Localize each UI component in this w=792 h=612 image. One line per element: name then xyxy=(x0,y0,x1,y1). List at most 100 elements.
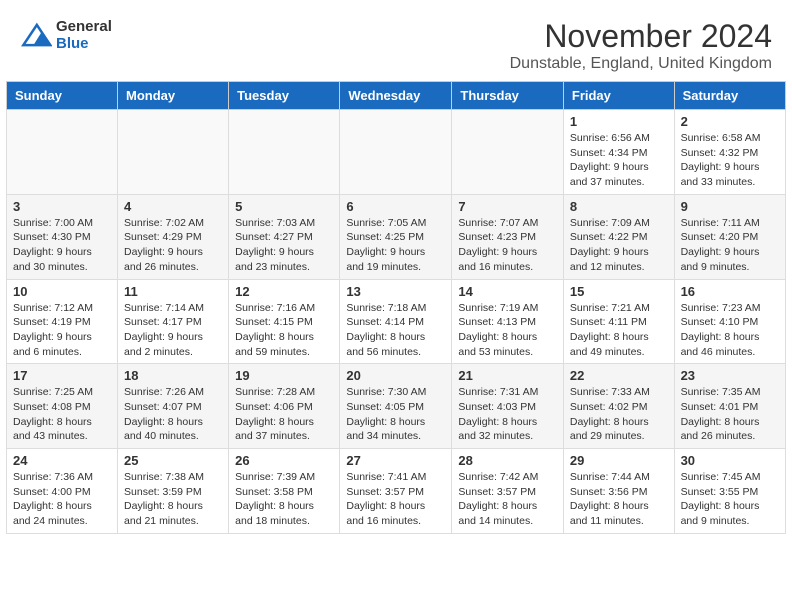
location-title: Dunstable, England, United Kingdom xyxy=(510,55,772,73)
day-info: Sunrise: 7:28 AM Sunset: 4:06 PM Dayligh… xyxy=(235,385,333,444)
day-number: 11 xyxy=(124,284,222,299)
day-info: Sunrise: 7:38 AM Sunset: 3:59 PM Dayligh… xyxy=(124,470,222,529)
calendar-cell: 14 Sunrise: 7:19 AM Sunset: 4:13 PM Dayli… xyxy=(452,279,563,364)
day-number: 5 xyxy=(235,199,333,214)
calendar-cell: 6 Sunrise: 7:05 AM Sunset: 4:25 PM Daylig… xyxy=(340,194,452,279)
calendar-cell: 1Sunrise: 6:56 AM Sunset: 4:34 PM Daylig… xyxy=(563,110,674,195)
calendar-cell: 29 Sunrise: 7:44 AM Sunset: 3:56 PM Dayli… xyxy=(563,449,674,534)
day-number: 18 xyxy=(124,368,222,383)
day-info: Sunrise: 6:56 AM Sunset: 4:34 PM Dayligh… xyxy=(570,131,668,190)
day-info: Sunrise: 7:14 AM Sunset: 4:17 PM Dayligh… xyxy=(124,301,222,360)
day-info: Sunrise: 7:16 AM Sunset: 4:15 PM Dayligh… xyxy=(235,301,333,360)
day-info: Sunrise: 7:12 AM Sunset: 4:19 PM Dayligh… xyxy=(13,301,111,360)
day-info: Sunrise: 7:03 AM Sunset: 4:27 PM Dayligh… xyxy=(235,216,333,275)
calendar-week-row: 10 Sunrise: 7:12 AM Sunset: 4:19 PM Dayli… xyxy=(7,279,786,364)
calendar-cell: 21Sunrise: 7:31 AM Sunset: 4:03 PM Dayli… xyxy=(452,364,563,449)
day-info: Sunrise: 7:30 AM Sunset: 4:05 PM Dayligh… xyxy=(346,385,445,444)
day-number: 12 xyxy=(235,284,333,299)
calendar-cell: 24 Sunrise: 7:36 AM Sunset: 4:00 PM Dayli… xyxy=(7,449,118,534)
calendar-cell xyxy=(340,110,452,195)
calendar-cell xyxy=(118,110,229,195)
calendar-cell: 18 Sunrise: 7:26 AM Sunset: 4:07 PM Dayli… xyxy=(118,364,229,449)
day-info: Sunrise: 7:19 AM Sunset: 4:13 PM Dayligh… xyxy=(458,301,556,360)
calendar-cell: 22 Sunrise: 7:33 AM Sunset: 4:02 PM Dayli… xyxy=(563,364,674,449)
calendar-table: SundayMondayTuesdayWednesdayThursdayFrid… xyxy=(6,81,786,534)
day-info: Sunrise: 7:09 AM Sunset: 4:22 PM Dayligh… xyxy=(570,216,668,275)
calendar-cell: 7Sunrise: 7:07 AM Sunset: 4:23 PM Daylig… xyxy=(452,194,563,279)
calendar-cell: 15Sunrise: 7:21 AM Sunset: 4:11 PM Dayli… xyxy=(563,279,674,364)
calendar-week-row: 24 Sunrise: 7:36 AM Sunset: 4:00 PM Dayli… xyxy=(7,449,786,534)
calendar-day-header: Wednesday xyxy=(340,82,452,110)
calendar-cell: 25 Sunrise: 7:38 AM Sunset: 3:59 PM Dayli… xyxy=(118,449,229,534)
logo-blue: Blue xyxy=(56,35,112,52)
calendar-cell: 13 Sunrise: 7:18 AM Sunset: 4:14 PM Dayli… xyxy=(340,279,452,364)
day-number: 2 xyxy=(681,114,779,129)
month-title: November 2024 xyxy=(510,18,772,55)
day-info: Sunrise: 7:31 AM Sunset: 4:03 PM Dayligh… xyxy=(458,385,556,444)
calendar-cell: 11 Sunrise: 7:14 AM Sunset: 4:17 PM Dayli… xyxy=(118,279,229,364)
calendar-wrapper: SundayMondayTuesdayWednesdayThursdayFrid… xyxy=(0,81,792,540)
day-number: 25 xyxy=(124,453,222,468)
calendar-cell: 27Sunrise: 7:41 AM Sunset: 3:57 PM Dayli… xyxy=(340,449,452,534)
day-number: 30 xyxy=(681,453,779,468)
day-number: 22 xyxy=(570,368,668,383)
day-number: 6 xyxy=(346,199,445,214)
title-area: November 2024 Dunstable, England, United… xyxy=(510,18,772,73)
day-number: 26 xyxy=(235,453,333,468)
day-number: 13 xyxy=(346,284,445,299)
calendar-day-header: Tuesday xyxy=(229,82,340,110)
day-info: Sunrise: 6:58 AM Sunset: 4:32 PM Dayligh… xyxy=(681,131,779,190)
day-info: Sunrise: 7:33 AM Sunset: 4:02 PM Dayligh… xyxy=(570,385,668,444)
day-number: 29 xyxy=(570,453,668,468)
calendar-cell xyxy=(452,110,563,195)
day-info: Sunrise: 7:18 AM Sunset: 4:14 PM Dayligh… xyxy=(346,301,445,360)
day-number: 23 xyxy=(681,368,779,383)
day-info: Sunrise: 7:44 AM Sunset: 3:56 PM Dayligh… xyxy=(570,470,668,529)
page-header: General Blue November 2024 Dunstable, En… xyxy=(0,0,792,81)
calendar-header-row: SundayMondayTuesdayWednesdayThursdayFrid… xyxy=(7,82,786,110)
day-number: 14 xyxy=(458,284,556,299)
calendar-week-row: 1Sunrise: 6:56 AM Sunset: 4:34 PM Daylig… xyxy=(7,110,786,195)
day-info: Sunrise: 7:26 AM Sunset: 4:07 PM Dayligh… xyxy=(124,385,222,444)
day-number: 20 xyxy=(346,368,445,383)
day-info: Sunrise: 7:23 AM Sunset: 4:10 PM Dayligh… xyxy=(681,301,779,360)
logo: General Blue xyxy=(20,18,112,52)
calendar-week-row: 3 Sunrise: 7:00 AM Sunset: 4:30 PM Daylig… xyxy=(7,194,786,279)
calendar-day-header: Monday xyxy=(118,82,229,110)
day-info: Sunrise: 7:45 AM Sunset: 3:55 PM Dayligh… xyxy=(681,470,779,529)
day-number: 9 xyxy=(681,199,779,214)
day-number: 24 xyxy=(13,453,111,468)
day-info: Sunrise: 7:02 AM Sunset: 4:29 PM Dayligh… xyxy=(124,216,222,275)
day-number: 10 xyxy=(13,284,111,299)
day-number: 8 xyxy=(570,199,668,214)
day-number: 17 xyxy=(13,368,111,383)
day-number: 16 xyxy=(681,284,779,299)
calendar-cell: 16 Sunrise: 7:23 AM Sunset: 4:10 PM Dayli… xyxy=(674,279,785,364)
calendar-cell: 10 Sunrise: 7:12 AM Sunset: 4:19 PM Dayli… xyxy=(7,279,118,364)
day-info: Sunrise: 7:42 AM Sunset: 3:57 PM Dayligh… xyxy=(458,470,556,529)
day-info: Sunrise: 7:11 AM Sunset: 4:20 PM Dayligh… xyxy=(681,216,779,275)
day-info: Sunrise: 7:07 AM Sunset: 4:23 PM Dayligh… xyxy=(458,216,556,275)
calendar-cell: 8 Sunrise: 7:09 AM Sunset: 4:22 PM Daylig… xyxy=(563,194,674,279)
day-info: Sunrise: 7:25 AM Sunset: 4:08 PM Dayligh… xyxy=(13,385,111,444)
calendar-cell: 5 Sunrise: 7:03 AM Sunset: 4:27 PM Daylig… xyxy=(229,194,340,279)
day-number: 28 xyxy=(458,453,556,468)
day-info: Sunrise: 7:41 AM Sunset: 3:57 PM Dayligh… xyxy=(346,470,445,529)
day-number: 3 xyxy=(13,199,111,214)
calendar-day-header: Sunday xyxy=(7,82,118,110)
calendar-day-header: Thursday xyxy=(452,82,563,110)
calendar-cell: 20 Sunrise: 7:30 AM Sunset: 4:05 PM Dayli… xyxy=(340,364,452,449)
calendar-day-header: Friday xyxy=(563,82,674,110)
day-number: 19 xyxy=(235,368,333,383)
calendar-week-row: 17 Sunrise: 7:25 AM Sunset: 4:08 PM Dayli… xyxy=(7,364,786,449)
day-info: Sunrise: 7:39 AM Sunset: 3:58 PM Dayligh… xyxy=(235,470,333,529)
day-info: Sunrise: 7:05 AM Sunset: 4:25 PM Dayligh… xyxy=(346,216,445,275)
calendar-cell: 23Sunrise: 7:35 AM Sunset: 4:01 PM Dayli… xyxy=(674,364,785,449)
logo-general: General xyxy=(56,18,112,35)
calendar-cell xyxy=(7,110,118,195)
calendar-cell: 3 Sunrise: 7:00 AM Sunset: 4:30 PM Daylig… xyxy=(7,194,118,279)
day-info: Sunrise: 7:00 AM Sunset: 4:30 PM Dayligh… xyxy=(13,216,111,275)
calendar-cell: 2 Sunrise: 6:58 AM Sunset: 4:32 PM Daylig… xyxy=(674,110,785,195)
day-info: Sunrise: 7:36 AM Sunset: 4:00 PM Dayligh… xyxy=(13,470,111,529)
calendar-cell: 9 Sunrise: 7:11 AM Sunset: 4:20 PM Daylig… xyxy=(674,194,785,279)
